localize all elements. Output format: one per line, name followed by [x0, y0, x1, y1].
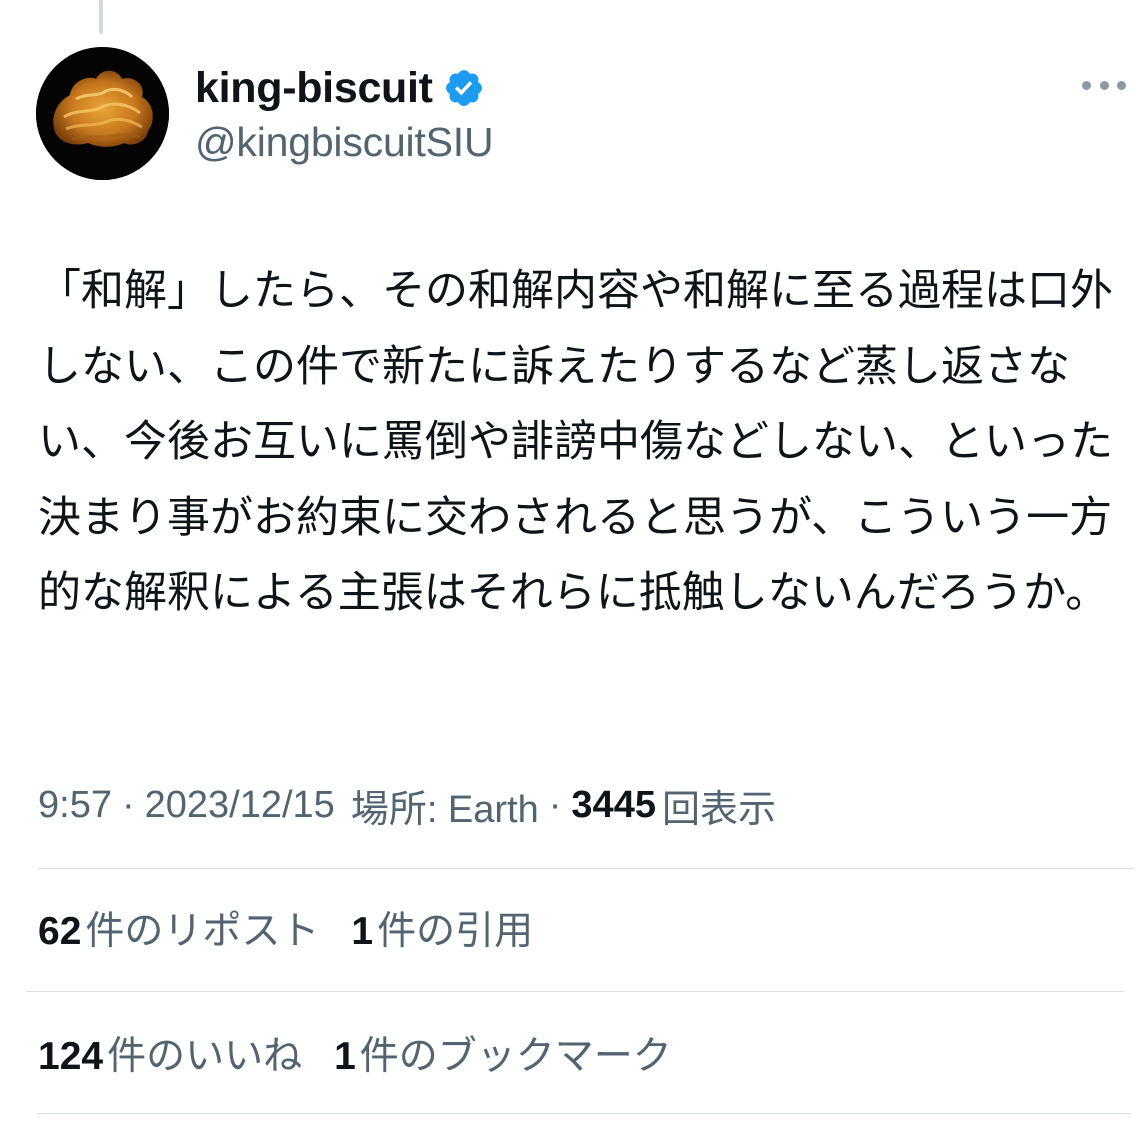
likes-label: 件のいいね: [107, 1035, 303, 1078]
views-label: 回表示: [661, 788, 776, 831]
stats-row-likes: 124 件のいいね 1 件のブックマーク: [38, 1025, 704, 1081]
bookmarks-label: 件のブックマーク: [359, 1035, 672, 1078]
quotes-label: 件の引用: [377, 910, 534, 953]
more-options-icon[interactable]: [1082, 75, 1126, 95]
tweet-text: 「和解」したら、その和解内容や和解に至る過程は口外しない、この件で新たに訴えたり…: [38, 266, 1113, 618]
author-names: king-biscuit @kingbiscuitSIU: [195, 61, 494, 166]
display-name[interactable]: king-biscuit: [195, 64, 433, 113]
tweet-date[interactable]: 2023/12/15: [145, 784, 335, 827]
dot: [1099, 80, 1109, 90]
dot: [1117, 80, 1126, 90]
divider: [36, 1113, 1132, 1114]
reposts-stat[interactable]: 62 件のリポスト: [38, 900, 319, 956]
quotes-count: 1: [351, 910, 374, 953]
reposts-label: 件のリポスト: [85, 910, 320, 953]
likes-count: 124: [38, 1035, 104, 1078]
likes-stat[interactable]: 124 件のいいね: [38, 1025, 302, 1081]
views-count: 3445: [571, 783, 656, 826]
tweet-header: king-biscuit @kingbiscuitSIU: [36, 47, 1126, 181]
bookmarks-stat[interactable]: 1 件のブックマーク: [334, 1025, 672, 1081]
quotes-stat[interactable]: 1 件の引用: [351, 900, 533, 956]
verified-badge-icon[interactable]: [443, 67, 485, 109]
thread-connector-line: [99, 0, 103, 34]
stats-row-reposts: 62 件のリポスト 1 件の引用: [38, 900, 565, 956]
meta-separator-2: ·: [548, 783, 562, 826]
dot: [1082, 80, 1091, 90]
tweet-time[interactable]: 9:57: [38, 784, 112, 827]
avatar[interactable]: [36, 47, 169, 180]
display-name-row: king-biscuit: [195, 61, 493, 115]
biscuit-photo-icon: [36, 47, 169, 180]
divider: [38, 868, 1134, 869]
tweet-location[interactable]: 場所: Earth: [351, 778, 539, 833]
divider: [26, 991, 1124, 992]
user-handle[interactable]: @kingbiscuitSIU: [195, 119, 494, 166]
meta-separator: ·: [121, 783, 135, 826]
bookmarks-count: 1: [334, 1035, 356, 1078]
reposts-count: 62: [38, 910, 82, 953]
tweet-meta: 9:57 · 2023/12/15 場所: Earth · 3445 回表示: [38, 778, 776, 833]
